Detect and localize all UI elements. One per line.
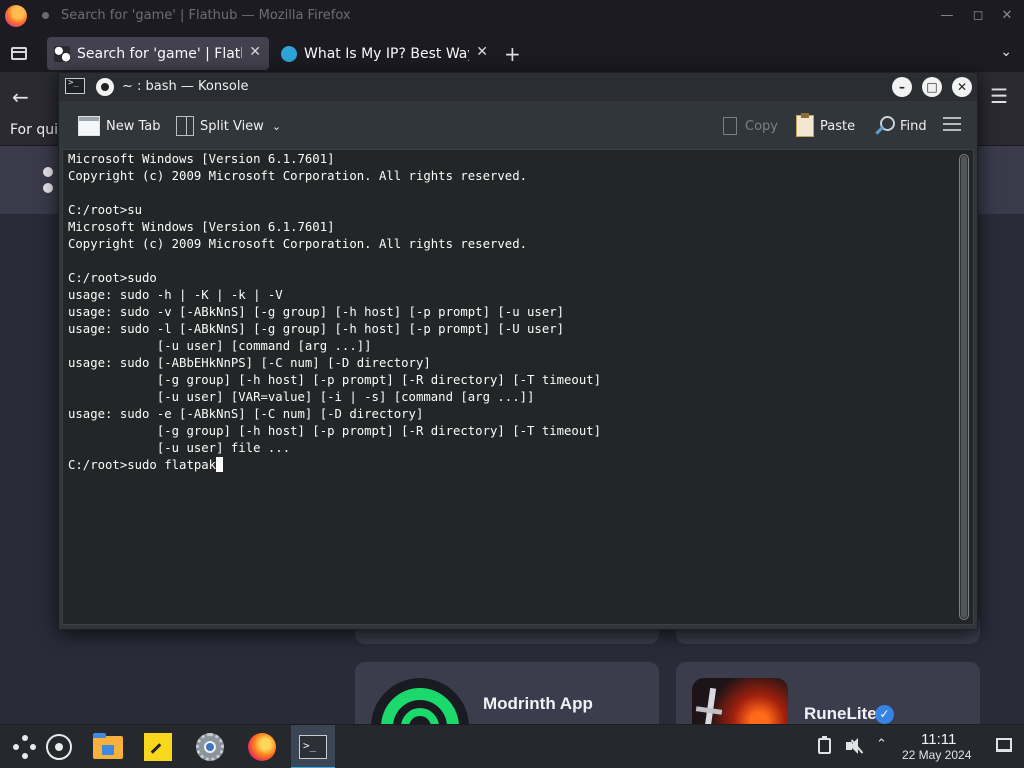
steam-icon-center: [55, 743, 63, 751]
tab-label: What Is My IP? Best Way: [304, 45, 469, 62]
tab-close-icon[interactable]: ✕: [249, 44, 261, 60]
paste-button[interactable]: Paste: [796, 113, 856, 137]
terminal-icon: [65, 78, 85, 94]
app-menu-icon[interactable]: ☰: [990, 84, 1008, 108]
terminal-line: usage: sudo -v [-ABkNnS] [-g group] [-h …: [68, 305, 565, 319]
tab-close-icon[interactable]: ✕: [476, 44, 488, 60]
folder-icon-emblem: [102, 745, 114, 755]
terminal-line: C:/root>sudo: [68, 271, 157, 285]
terminal-line: C:/root>su: [68, 203, 143, 217]
terminal-line: usage: sudo -e [-ABkNnS] [-C num] [-D di…: [68, 407, 424, 421]
new-tab-button[interactable]: +: [504, 42, 521, 66]
clock-date[interactable]: 22 May 2024: [902, 748, 971, 762]
back-arrow-icon[interactable]: ←: [12, 85, 29, 109]
folder-icon-tab: [93, 733, 106, 738]
terminal-line: Microsoft Windows [Version 6.1.7601]: [68, 152, 335, 166]
launcher-icon-dot: [30, 744, 36, 750]
globe-favicon-icon: [281, 45, 297, 62]
terminal-line: [-g group] [-h host] [-p prompt] [-R dir…: [68, 373, 602, 387]
new-tab-icon: [78, 116, 100, 136]
launcher-icon: [13, 744, 19, 750]
paste-icon: [796, 113, 814, 137]
system-settings-button[interactable]: [188, 725, 232, 768]
text-cursor: [216, 457, 224, 472]
notes-button[interactable]: [136, 725, 180, 768]
firefox-window-title: Search for 'game' | Flathub — Mozilla Fi…: [61, 8, 351, 23]
terminal-icon: [299, 735, 327, 759]
split-view-icon: [176, 116, 194, 136]
copy-button[interactable]: Copy: [719, 115, 778, 137]
copy-label: Copy: [745, 118, 778, 134]
terminal-line: usage: sudo [-ABbEHkNnPS] [-C num] [-D d…: [68, 356, 431, 370]
list-all-tabs-chevron-icon[interactable]: ⌄: [1000, 44, 1012, 60]
files-button[interactable]: [84, 725, 128, 768]
steam-button[interactable]: [38, 725, 82, 768]
new-tab-label: New Tab: [106, 118, 161, 134]
hamburger-menu-icon[interactable]: [943, 117, 961, 133]
terminal-line: [-u user] [command [arg ...]]: [68, 339, 372, 353]
terminal-line: usage: sudo -h | -K | -k | -V: [68, 288, 283, 302]
split-view-label: Split View: [200, 118, 264, 134]
konsole-window: ~ : bash — Konsole – □ ✕ New Tab Split V…: [58, 72, 978, 630]
settings-icon-center: [204, 741, 216, 753]
terminal-line: usage: sudo -l [-ABkNnS] [-g group] [-h …: [68, 322, 565, 336]
chevron-down-icon: ⌄: [271, 119, 282, 133]
maximize-icon[interactable]: ◻: [969, 7, 987, 25]
terminal-line: [-g group] [-h host] [-p prompt] [-R dir…: [68, 424, 602, 438]
terminal-prompt-line: C:/root>sudo flatpak: [68, 457, 601, 474]
show-hidden-icons-chevron-icon[interactable]: ⌃: [876, 737, 887, 752]
close-icon[interactable]: ✕: [998, 7, 1016, 25]
launcher-icon-dot: [22, 753, 28, 759]
keep-above-pin-icon[interactable]: [96, 78, 114, 96]
close-button[interactable]: ✕: [952, 77, 972, 97]
verified-check-icon: ✓: [875, 705, 894, 724]
firefox-icon: [248, 733, 276, 761]
firefox-view-icon[interactable]: [8, 43, 30, 63]
minimize-icon[interactable]: —: [938, 7, 956, 25]
terminal-line: Copyright (c) 2009 Microsoft Corporation…: [68, 169, 528, 183]
paste-label: Paste: [820, 118, 856, 134]
firefox-titlebar: Search for 'game' | Flathub — Mozilla Fi…: [0, 0, 1024, 34]
app-name[interactable]: RuneLite: [804, 704, 877, 724]
terminal-line: [-u user] [VAR=value] [-i | -s] [command…: [68, 390, 535, 404]
terminal-output: Microsoft Windows [Version 6.1.7601] Copy…: [68, 151, 601, 474]
split-view-button[interactable]: Split View ⌄: [176, 115, 281, 137]
scrollbar-thumb[interactable]: [961, 156, 967, 618]
flathub-favicon-icon: [54, 45, 70, 62]
volume-muted-icon[interactable]: [846, 738, 864, 754]
launcher-icon-dot: [22, 735, 28, 741]
tab-what-is-my-ip[interactable]: What Is My IP? Best Way ✕: [274, 37, 496, 70]
konsole-window-title: ~ : bash — Konsole: [122, 79, 249, 94]
terminal-line: [-u user] file ...: [68, 441, 291, 455]
clipboard-icon[interactable]: [818, 736, 831, 754]
flathub-logo-icon[interactable]: [43, 167, 53, 193]
copy-icon: [723, 117, 737, 135]
find-label: Find: [900, 118, 927, 134]
prompt-text: C:/root>sudo flatpak: [68, 458, 217, 472]
konsole-toolbar: New Tab Split View ⌄ Copy Paste Find: [59, 101, 977, 149]
terminal-area[interactable]: Microsoft Windows [Version 6.1.7601] Copy…: [62, 149, 974, 625]
terminal-line: Copyright (c) 2009 Microsoft Corporation…: [68, 237, 528, 251]
firefox-logo-icon: [5, 5, 27, 27]
tab-flathub-search[interactable]: Search for 'game' | Flathub ✕: [47, 37, 269, 70]
new-tab-button[interactable]: New Tab: [78, 115, 161, 137]
maximize-button[interactable]: □: [922, 77, 942, 97]
show-desktop-icon[interactable]: [996, 738, 1012, 752]
find-button[interactable]: Find: [874, 115, 927, 137]
taskbar: [0, 724, 1024, 768]
tab-label: Search for 'game' | Flathub: [77, 45, 242, 62]
window-dot-icon: [42, 12, 49, 19]
clock-time[interactable]: 11:11: [921, 731, 956, 748]
minimize-button[interactable]: –: [892, 77, 912, 97]
app-name[interactable]: Modrinth App: [483, 694, 593, 714]
konsole-button[interactable]: [291, 725, 335, 768]
terminal-line: Microsoft Windows [Version 6.1.7601]: [68, 220, 335, 234]
konsole-titlebar[interactable]: ~ : bash — Konsole – □ ✕: [59, 73, 977, 101]
find-icon: [874, 116, 895, 136]
firefox-button[interactable]: [240, 725, 284, 768]
